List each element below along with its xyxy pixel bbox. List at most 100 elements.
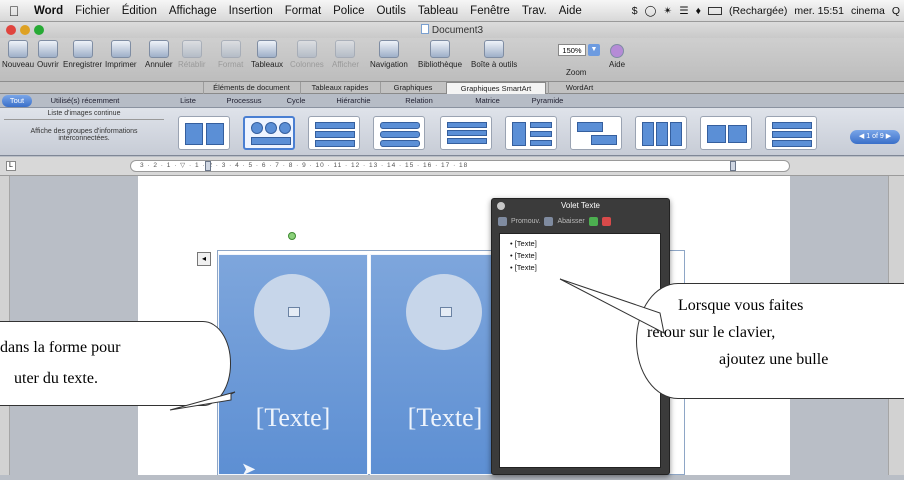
user-name[interactable]: cinema — [851, 5, 885, 17]
tab-stop-selector[interactable]: L — [6, 161, 16, 171]
tables-button[interactable]: Tableaux — [251, 40, 283, 69]
add-bullet-icon[interactable] — [588, 216, 598, 226]
close-pane-icon[interactable] — [497, 202, 505, 210]
insert-picture-icon[interactable] — [440, 307, 452, 317]
format-brush-icon — [220, 40, 241, 58]
text-pane-bullet[interactable]: [Texte] — [510, 238, 660, 250]
menu-outils[interactable]: Outils — [370, 5, 411, 17]
layout-description: Liste d'images continue Affiche des grou… — [4, 110, 164, 154]
layout-thumb-continuous-picture-list[interactable] — [243, 116, 295, 150]
show-button[interactable]: Afficher — [332, 40, 359, 69]
apple-menu-icon[interactable]:  — [0, 3, 28, 19]
menu-fenetre[interactable]: Fenêtre — [464, 5, 516, 17]
menu-insertion[interactable]: Insertion — [223, 5, 279, 17]
zoom-label: Zoom — [566, 68, 586, 77]
script-icon[interactable]: $ — [632, 5, 638, 17]
help-icon — [610, 44, 624, 58]
menu-tableau[interactable]: Tableau — [412, 5, 464, 17]
menu-police[interactable]: Police — [327, 5, 370, 17]
spotlight-icon[interactable]: Q — [892, 5, 900, 17]
category-all[interactable]: Tout — [2, 95, 32, 107]
category-list[interactable]: Liste — [168, 95, 208, 107]
wifi-icon[interactable]: ☰ — [679, 5, 688, 17]
columns-button[interactable]: Colonnes — [290, 40, 324, 69]
print-label: Imprimer — [105, 60, 137, 69]
right-indent-marker[interactable] — [730, 161, 736, 171]
save-disk-icon — [72, 40, 93, 58]
redo-button[interactable]: Rétablir — [178, 40, 206, 69]
text-pane-header[interactable]: Volet Texte — [492, 199, 669, 213]
thumb-shape — [591, 135, 617, 145]
undo-button[interactable]: Annuler — [145, 40, 173, 69]
save-button[interactable]: Enregistrer — [63, 40, 102, 69]
gallery-pager[interactable]: ◀ 1 of 9 ▶ — [850, 130, 900, 144]
category-relation[interactable]: Relation — [394, 95, 444, 107]
battery-icon[interactable] — [707, 6, 722, 15]
document-title-text: Document3 — [431, 25, 484, 36]
tab-smartart[interactable]: Graphiques SmartArt — [446, 82, 546, 94]
next-page-icon[interactable]: ▶ — [886, 133, 891, 140]
layout-thumb-6[interactable] — [505, 116, 557, 150]
battery-status: (Rechargée) — [728, 4, 788, 17]
help-button[interactable]: Aide — [609, 40, 625, 69]
bluetooth-icon[interactable]: ✴ — [663, 5, 672, 17]
insert-picture-icon[interactable] — [288, 307, 300, 317]
format-painter-button[interactable]: Format — [218, 40, 243, 69]
category-process[interactable]: Processus — [219, 95, 269, 107]
category-hierarchy[interactable]: Hiérarchie — [326, 95, 381, 107]
menu-edition[interactable]: Édition — [116, 5, 163, 17]
columns-icon — [296, 40, 317, 58]
menu-format[interactable]: Format — [279, 5, 327, 17]
layout-thumb-10[interactable] — [765, 116, 817, 150]
category-pyramid[interactable]: Pyramide — [520, 95, 575, 107]
new-button[interactable]: Nouveau — [2, 40, 34, 69]
demote-button[interactable]: Abaisser — [557, 218, 584, 225]
zoom-input[interactable]: 150% — [558, 44, 586, 56]
menu-fichier[interactable]: Fichier — [69, 5, 116, 17]
library-button[interactable]: Bibliothèque — [418, 40, 462, 69]
open-button[interactable]: Ouvrir — [37, 40, 59, 69]
prev-page-icon[interactable]: ◀ — [859, 133, 864, 140]
menu-affichage[interactable]: Affichage — [163, 5, 223, 17]
sync-icon[interactable]: ◯ — [645, 5, 657, 17]
layout-thumb-5[interactable] — [440, 116, 492, 150]
layout-thumb-9[interactable] — [700, 116, 752, 150]
category-recent[interactable]: Utilisé(s) récemment — [40, 95, 130, 107]
text-pane-toggle-icon[interactable]: ◂ — [197, 252, 211, 266]
promote-icon[interactable] — [498, 216, 507, 226]
smartart-panel-1[interactable]: [Texte] ➤ — [218, 254, 368, 479]
menu-trav[interactable]: Trav. — [516, 5, 553, 17]
toolbox-button[interactable]: Boîte à outils — [471, 40, 517, 69]
thumb-shape — [512, 122, 526, 146]
demote-icon[interactable] — [544, 216, 554, 226]
volume-icon[interactable]: ♦ — [696, 5, 701, 17]
zoom-dropdown-icon[interactable]: ▼ — [588, 44, 600, 56]
horizontal-ruler[interactable]: L 3 · 2 · 1 · ▽ · 1 · 2 · 3 · 4 · 5 · 6 … — [0, 157, 904, 176]
tab-charts[interactable]: Graphiques — [380, 82, 445, 94]
clock[interactable]: mer. 15:51 — [794, 5, 844, 17]
layout-thumb-3[interactable] — [308, 116, 360, 150]
thumb-shape — [185, 123, 203, 145]
tab-document-elements[interactable]: Éléments de document — [203, 82, 299, 94]
tab-quick-tables[interactable]: Tableaux rapides — [300, 82, 379, 94]
menu-aide[interactable]: Aide — [553, 5, 588, 17]
undo-icon — [148, 40, 169, 58]
rotation-handle[interactable] — [288, 232, 296, 240]
layout-thumb-8[interactable] — [635, 116, 687, 150]
layout-thumb-4[interactable] — [373, 116, 425, 150]
layout-thumb-1[interactable] — [178, 116, 230, 150]
menu-app-word[interactable]: Word — [28, 5, 69, 17]
print-button[interactable]: Imprimer — [105, 40, 137, 69]
remove-bullet-icon[interactable] — [601, 216, 611, 226]
navigation-button[interactable]: Navigation — [370, 40, 408, 69]
panel-text[interactable]: [Texte] — [219, 403, 367, 433]
left-indent-marker[interactable] — [205, 161, 211, 171]
text-pane-bullet[interactable]: [Texte] — [510, 262, 660, 274]
tab-wordart[interactable]: WordArt — [548, 82, 610, 94]
category-cycle[interactable]: Cycle — [276, 95, 316, 107]
text-pane-bullet[interactable]: [Texte] — [510, 250, 660, 262]
layout-thumb-7[interactable] — [570, 116, 622, 150]
toolbox-label: Boîte à outils — [471, 60, 518, 69]
category-matrix[interactable]: Matrice — [465, 95, 510, 107]
promote-button[interactable]: Promouv. — [511, 218, 540, 225]
